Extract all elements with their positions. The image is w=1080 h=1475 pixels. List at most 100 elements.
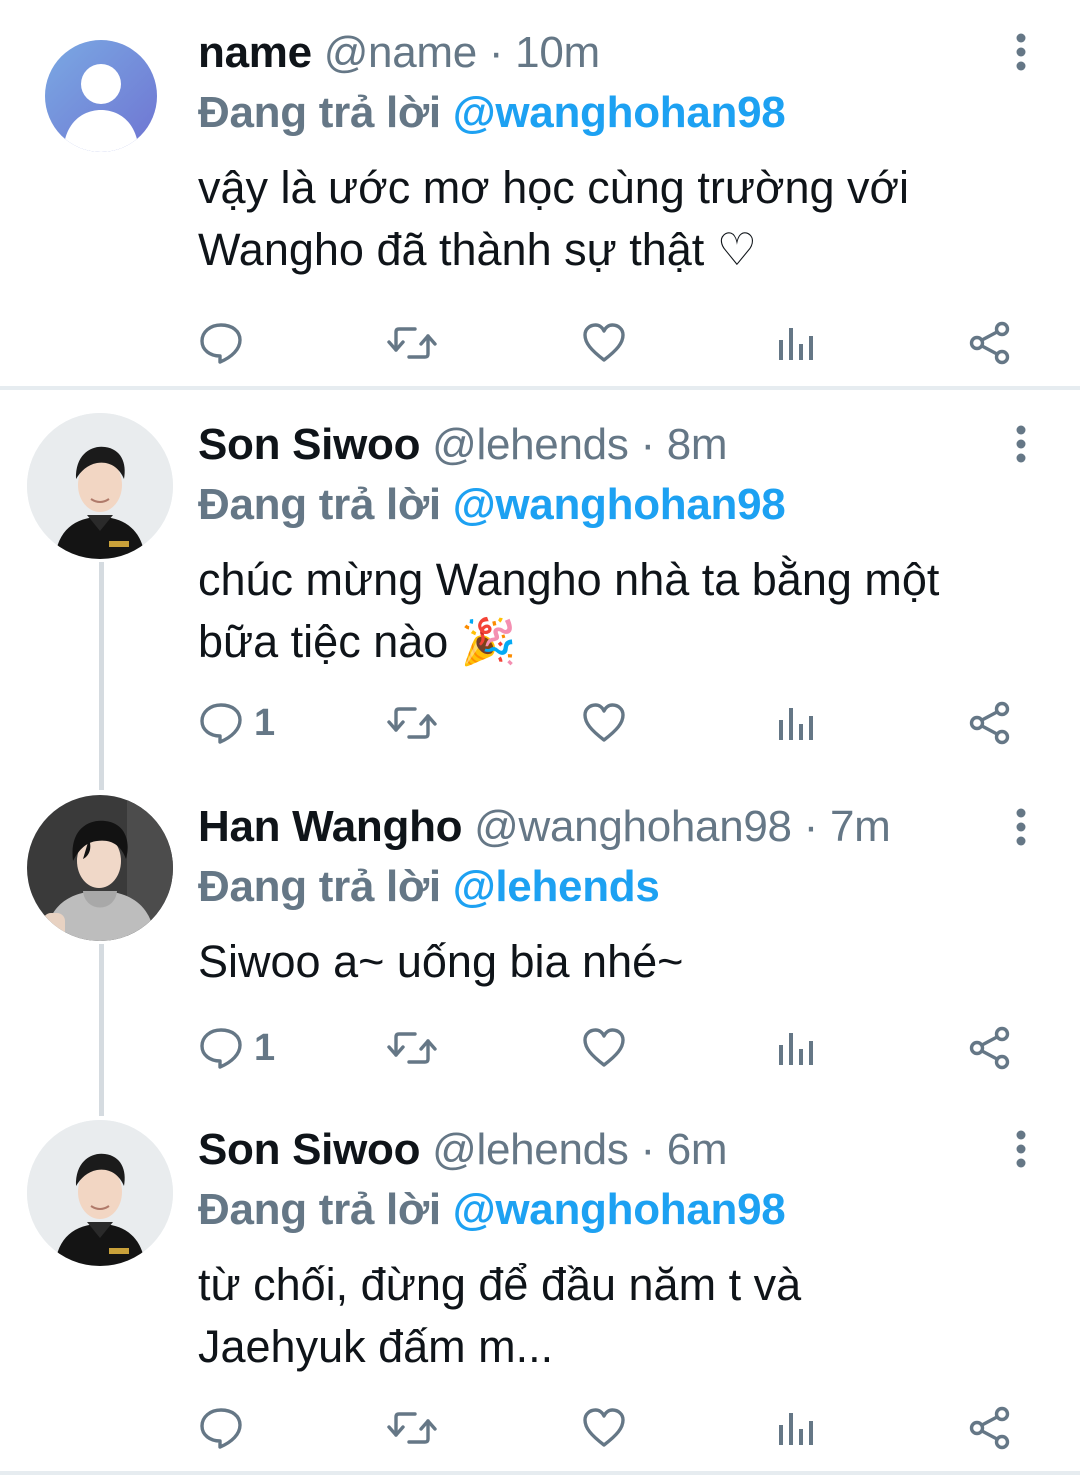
share-button[interactable] xyxy=(967,693,1013,753)
like-button[interactable] xyxy=(581,1018,627,1078)
reply-icon xyxy=(200,703,242,744)
tweet-actions xyxy=(0,1398,1080,1458)
tweet-header: Son Siwoo @lehends · 8m xyxy=(198,415,728,475)
replying-to-handle[interactable]: @wanghohan98 xyxy=(453,88,786,137)
analytics-icon xyxy=(779,1033,813,1065)
like-button[interactable] xyxy=(581,313,627,373)
reply-icon xyxy=(200,1028,242,1069)
heart-icon xyxy=(583,703,625,742)
display-name[interactable]: Son Siwoo xyxy=(198,420,420,469)
user-handle[interactable]: @wanghohan98 xyxy=(474,802,792,851)
replying-to-handle[interactable]: @wanghohan98 xyxy=(453,1185,786,1234)
analytics-button[interactable] xyxy=(776,1018,816,1078)
timestamp[interactable]: 10m xyxy=(515,28,600,77)
default-profile-icon xyxy=(45,40,157,152)
display-name[interactable]: Son Siwoo xyxy=(198,1125,420,1174)
timestamp[interactable]: 8m xyxy=(667,420,728,469)
replying-to: Đang trả lời @wanghohan98 xyxy=(198,1180,786,1240)
like-button[interactable] xyxy=(581,1398,627,1458)
reply-icon xyxy=(200,1408,242,1449)
like-button[interactable] xyxy=(581,693,627,753)
tweet[interactable]: Han Wangho @wanghohan98 · 7m Đang trả lờ… xyxy=(0,775,1080,1115)
tweet-text: Siwoo a~ uống bia nhé~ xyxy=(198,931,1058,993)
tweet-text-line: từ chối, đừng để đầu năm t và xyxy=(198,1259,802,1310)
analytics-icon xyxy=(779,1413,813,1445)
share-button[interactable] xyxy=(967,1398,1013,1458)
retweet-button[interactable] xyxy=(387,1398,437,1458)
tweet-text-line: Jaehyuk đấm m... xyxy=(198,1321,554,1372)
replying-to: Đang trả lời @lehends xyxy=(198,857,660,917)
timestamp[interactable]: 7m xyxy=(830,802,891,851)
analytics-button[interactable] xyxy=(776,1398,816,1458)
tweet[interactable]: name @name · 10m Đang trả lời @wanghohan… xyxy=(0,0,1080,390)
tweet-text-line: chúc mừng Wangho nhà ta bằng một xyxy=(198,554,940,605)
more-vertical-icon[interactable] xyxy=(1005,422,1037,466)
more-vertical-icon[interactable] xyxy=(1005,30,1037,74)
replying-to-label: Đang trả lời xyxy=(198,480,441,529)
replying-to-handle[interactable]: @wanghohan98 xyxy=(453,480,786,529)
analytics-button[interactable] xyxy=(776,313,816,373)
retweet-button[interactable] xyxy=(387,1018,437,1078)
tweet-actions xyxy=(0,313,1080,373)
retweet-button[interactable] xyxy=(387,313,437,373)
tweet-header: Son Siwoo @lehends · 6m xyxy=(198,1120,728,1180)
reply-count: 1 xyxy=(254,1026,276,1069)
share-icon xyxy=(969,321,1010,365)
tweet-text-line: vậy là ước mơ học cùng trường với xyxy=(198,162,910,213)
tweet-text-line: Wangho đã thành sự thật ♡ xyxy=(198,224,758,275)
user-handle[interactable]: @lehends xyxy=(432,420,629,469)
replying-to: Đang trả lời @wanghohan98 xyxy=(198,83,786,143)
timestamp[interactable]: 6m xyxy=(667,1125,728,1174)
tweet-text: chúc mừng Wangho nhà ta bằng một bữa tiệ… xyxy=(198,549,1058,673)
more-vertical-icon[interactable] xyxy=(1005,805,1037,849)
share-button[interactable] xyxy=(967,313,1013,373)
share-icon xyxy=(969,1406,1010,1450)
avatar[interactable] xyxy=(45,40,157,152)
reply-button[interactable] xyxy=(198,313,254,373)
heart-icon xyxy=(583,1408,625,1447)
reply-button[interactable]: 1 xyxy=(198,1018,275,1078)
analytics-button[interactable] xyxy=(776,693,816,753)
avatar[interactable] xyxy=(27,1120,173,1266)
heart-icon xyxy=(583,1028,625,1067)
tweet-actions: 1 xyxy=(0,1018,1080,1078)
tweet-text: từ chối, đừng để đầu năm t và Jaehyuk đấ… xyxy=(198,1254,1058,1378)
user-photo xyxy=(27,413,173,559)
reply-button[interactable] xyxy=(198,1398,254,1458)
display-name[interactable]: name xyxy=(198,28,312,77)
display-name[interactable]: Han Wangho xyxy=(198,802,463,851)
tweet-actions: 1 xyxy=(0,693,1080,753)
user-handle[interactable]: @name xyxy=(324,28,478,77)
avatar[interactable] xyxy=(27,795,173,941)
tweet-text: vậy là ước mơ học cùng trường với Wangho… xyxy=(198,157,1058,281)
tweet-header: name @name · 10m xyxy=(198,23,600,83)
retweet-button[interactable] xyxy=(387,693,437,753)
heart-icon xyxy=(583,323,625,362)
retweet-icon xyxy=(387,1412,437,1444)
retweet-icon xyxy=(387,327,437,359)
replying-to: Đang trả lời @wanghohan98 xyxy=(198,475,786,535)
more-vertical-icon[interactable] xyxy=(1005,1127,1037,1171)
tweet-text-line: Siwoo a~ uống bia nhé~ xyxy=(198,936,684,987)
reply-button[interactable]: 1 xyxy=(198,693,275,753)
retweet-icon xyxy=(387,707,437,739)
separator: · xyxy=(640,1125,655,1174)
replying-to-handle[interactable]: @lehends xyxy=(453,862,660,911)
tweet-header: Han Wangho @wanghohan98 · 7m xyxy=(198,797,891,857)
separator: · xyxy=(640,420,655,469)
avatar[interactable] xyxy=(27,413,173,559)
retweet-icon xyxy=(387,1032,437,1064)
tweet-text-line: bữa tiệc nào 🎉 xyxy=(198,616,517,667)
replying-to-label: Đang trả lời xyxy=(198,862,441,911)
tweet[interactable]: Son Siwoo @lehends · 6m Đang trả lời @wa… xyxy=(0,1100,1080,1475)
reply-icon xyxy=(200,323,242,364)
share-icon xyxy=(969,701,1010,745)
reply-count: 1 xyxy=(254,701,276,744)
share-button[interactable] xyxy=(967,1018,1013,1078)
analytics-icon xyxy=(779,328,813,360)
tweet[interactable]: Son Siwoo @lehends · 8m Đang trả lời @wa… xyxy=(0,390,1080,780)
replying-to-label: Đang trả lời xyxy=(198,1185,441,1234)
share-icon xyxy=(969,1026,1010,1070)
tweet-divider xyxy=(0,1471,1080,1475)
user-handle[interactable]: @lehends xyxy=(432,1125,629,1174)
